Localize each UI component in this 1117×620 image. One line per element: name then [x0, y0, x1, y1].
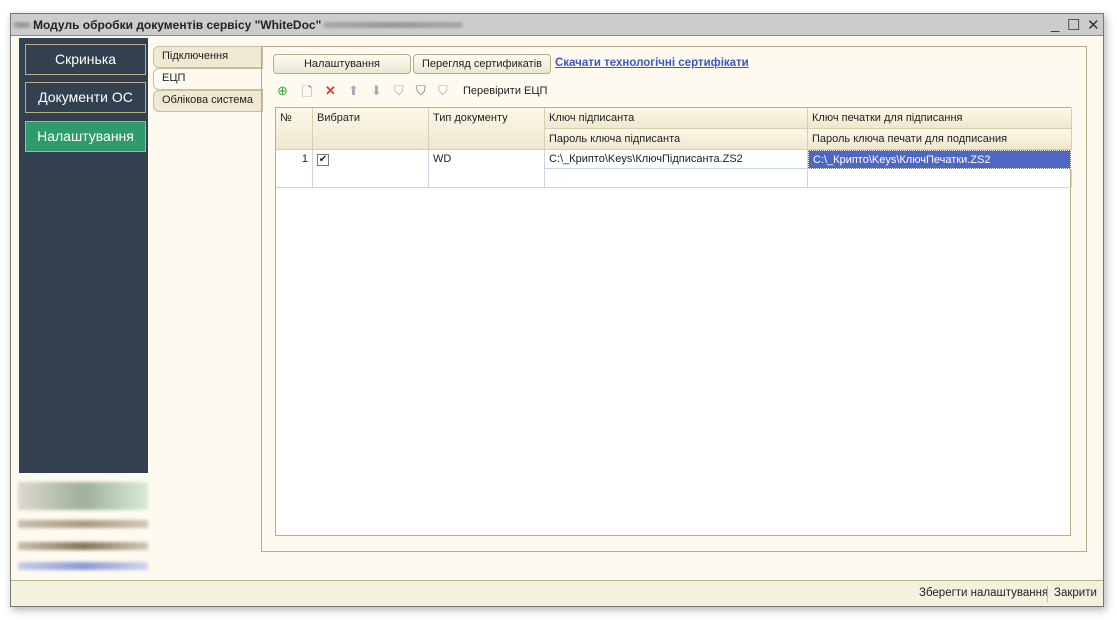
tab-accounting-system[interactable]: Облікова система [153, 90, 263, 112]
blurred-item [18, 482, 148, 510]
window-title: Модуль обробки документів сервісу "White… [33, 18, 322, 32]
cell-doc-type[interactable]: WD [429, 150, 545, 188]
tab-ecp[interactable]: ЕЦП [153, 68, 263, 90]
sidebar: Скринька Документи ОС Налаштування [19, 38, 148, 473]
sidebar-item-settings[interactable]: Налаштування [25, 121, 146, 152]
title-bar: Модуль обробки документів сервісу "White… [11, 14, 1103, 36]
download-certificates-link[interactable]: Скачати технологічні сертифікати [555, 57, 749, 69]
header-seal-key: Ключ печатки для підписання [808, 108, 1072, 129]
header-doc-type: Тип документу [429, 108, 545, 150]
blurred-item [18, 562, 148, 570]
header-signer-key: Ключ підписанта [545, 108, 808, 129]
settings-button[interactable]: Налаштування [273, 54, 411, 74]
tab-list: Підключення ЕЦП Облікова система [153, 46, 263, 112]
blurred-title-prefix [13, 22, 31, 28]
main-window: Модуль обробки документів сервісу "White… [10, 13, 1104, 607]
blurred-item [18, 520, 148, 528]
select-checkbox[interactable]: ✔ [317, 154, 329, 166]
keys-table: № Вибрати Тип документу Ключ підписанта … [275, 107, 1072, 536]
cell-num: 1 [276, 150, 313, 188]
close-icon[interactable]: ✕ [1087, 16, 1100, 34]
cell-seal-key[interactable]: C:\_Крипто\Keys\КлючПечатки.ZS2 [808, 150, 1071, 169]
check-ecp-button[interactable]: Перевірити ЕЦП [463, 85, 547, 97]
sort-filter-icon[interactable]: ⛉ [416, 83, 426, 99]
close-button[interactable]: Закрити [1054, 587, 1097, 599]
delete-icon[interactable]: ✕ [325, 83, 336, 99]
sidebar-item-inbox[interactable]: Скринька [25, 44, 146, 75]
blurred-title-suffix [323, 22, 463, 28]
header-select: Вибрати [313, 108, 429, 150]
status-bar: Зберегти налаштування Закрити [11, 580, 1103, 606]
minimize-icon[interactable]: _ [1051, 16, 1059, 33]
blurred-item [18, 542, 148, 550]
save-settings-button[interactable]: Зберегти налаштування [919, 587, 1048, 599]
divider [1047, 586, 1048, 602]
clear-filter-icon[interactable]: ⛉ [438, 83, 448, 99]
cell-select: ✔ [313, 150, 429, 188]
cell-seal-pass[interactable] [808, 169, 1072, 188]
maximize-icon[interactable]: ☐ [1067, 16, 1080, 34]
filter-icon[interactable]: ⛉ [394, 83, 404, 99]
ecp-panel: Налаштування Перегляд сертификатів Скача… [261, 46, 1087, 552]
header-num: № [276, 108, 313, 150]
header-signer-pass: Пароль ключа підписанта [545, 129, 808, 150]
sidebar-item-documents[interactable]: Документи ОС [25, 82, 146, 113]
add-icon[interactable]: ⊕ [277, 83, 288, 99]
tab-connection[interactable]: Підключення [153, 46, 263, 68]
header-seal-pass: Пароль ключа печати для подписания [808, 129, 1072, 150]
cell-signer-pass[interactable] [545, 169, 808, 188]
view-certificates-button[interactable]: Перегляд сертификатів [413, 54, 551, 74]
cell-signer-key[interactable]: C:\_Крипто\Keys\КлючПідписанта.ZS2 [545, 150, 808, 169]
copy-icon[interactable]: 🗋 [302, 83, 312, 105]
move-up-icon[interactable]: ⬆ [348, 83, 359, 99]
move-down-icon[interactable]: ⬇ [371, 83, 382, 99]
